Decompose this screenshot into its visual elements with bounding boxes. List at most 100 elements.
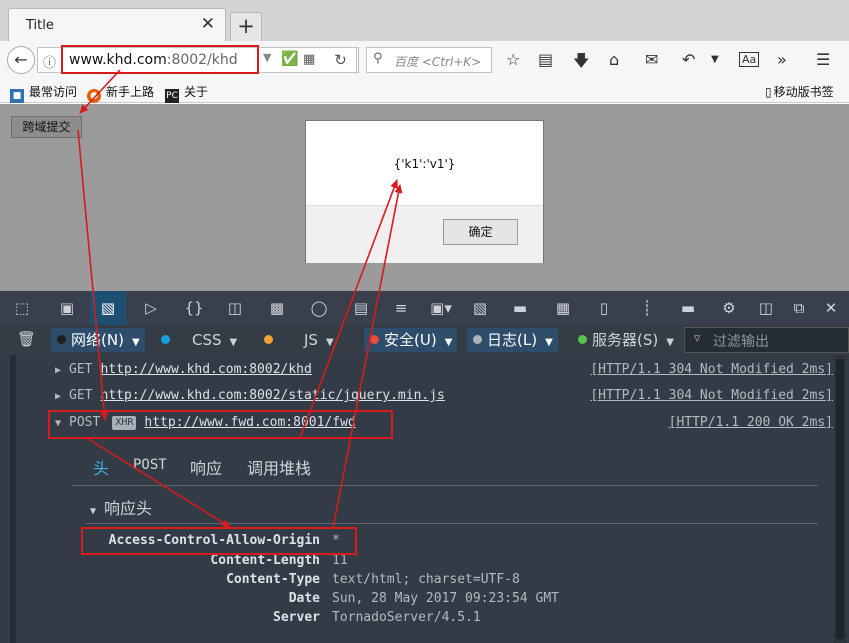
- server-dot-icon: [578, 335, 587, 344]
- reading-list-icon[interactable]: ▤: [538, 50, 553, 69]
- menu-icon[interactable]: ☰: [816, 50, 830, 69]
- reader-view-icon[interactable]: Aa: [739, 52, 760, 67]
- header-value: Sun, 28 May 2017 09:23:54 GMT: [332, 591, 559, 606]
- device-icon[interactable]: ▯: [591, 297, 617, 319]
- tab-response[interactable]: 响应: [190, 455, 222, 479]
- request-row[interactable]: ▶ GET http://www.khd.com:8002/khd: [55, 359, 312, 381]
- alert-message: {'k1':'v1'}: [393, 157, 456, 171]
- search-box[interactable]: ⚲ 百度 <Ctrl+K>: [366, 47, 492, 73]
- pc-icon: PC: [165, 89, 179, 103]
- tab-title: Title: [26, 18, 54, 33]
- request-row[interactable]: ▶ GET http://www.khd.com:8002/static/jquer…: [55, 385, 445, 407]
- dock-side-icon[interactable]: ◫: [753, 297, 779, 319]
- header-name: Content-Type: [226, 572, 320, 587]
- filter-network[interactable]: 网络(N) ▼: [51, 328, 145, 352]
- trash-icon[interactable]: 🗑: [17, 330, 36, 348]
- tab-headers[interactable]: 头: [93, 455, 109, 479]
- js-dot-icon: [264, 335, 273, 344]
- filter-js-dot[interactable]: [258, 328, 278, 352]
- annotation-box-acao-header: [81, 527, 357, 555]
- header-name: Date: [288, 591, 320, 606]
- console-output: ▶ GET http://www.khd.com:8002/khd [HTTP/1.…: [0, 355, 849, 643]
- back-button[interactable]: ←: [7, 46, 35, 74]
- bookmarks-bar: ■ 最常访问 ● 新手上路 PC 关于 ▯ 移动版书签: [0, 79, 849, 103]
- undo-icon[interactable]: ↶: [682, 50, 695, 69]
- chat-icon[interactable]: ✉: [645, 50, 658, 69]
- style-editor-icon[interactable]: {}: [181, 297, 207, 319]
- reload-button[interactable]: ↻: [325, 47, 357, 73]
- header-name: Content-Length: [210, 553, 320, 568]
- inspector-icon[interactable]: ▣: [54, 297, 80, 319]
- close-devtools-icon[interactable]: ✕: [818, 297, 844, 319]
- network-dot-icon: [57, 335, 66, 344]
- console-scrollbar[interactable]: [834, 355, 846, 643]
- filter-js[interactable]: JS ▼: [304, 328, 339, 352]
- request-url[interactable]: http://www.khd.com:8002/khd: [101, 362, 312, 377]
- new-tab-button[interactable]: +: [230, 12, 262, 41]
- download-icon[interactable]: 🡇: [573, 50, 589, 77]
- memory-icon[interactable]: ▩: [264, 297, 290, 319]
- search-placeholder: 百度 <Ctrl+K>: [394, 55, 482, 69]
- expand-triangle-icon[interactable]: ▶: [55, 365, 61, 376]
- screenshot-icon[interactable]: ▬: [507, 297, 533, 319]
- measure-icon[interactable]: ▬: [675, 297, 701, 319]
- console-icon[interactable]: ▧: [90, 291, 126, 325]
- annotation-box-post-request: [48, 410, 393, 439]
- responsive-icon[interactable]: ▣▾: [428, 297, 454, 319]
- network-icon[interactable]: ◯: [306, 297, 332, 319]
- url-dropdown-icon[interactable]: ▼: [263, 51, 271, 64]
- mobile-bookmarks[interactable]: ▯ 移动版书签: [765, 83, 834, 100]
- logging-dot-icon: [473, 335, 482, 344]
- bookmark-most-visited[interactable]: ■ 最常访问: [10, 83, 77, 103]
- filter-logging[interactable]: 日志(L) ▼: [467, 328, 558, 352]
- shield-icon[interactable]: ✅: [281, 51, 298, 67]
- star-icon[interactable]: ☆: [506, 50, 520, 69]
- browser-tab[interactable]: Title ✕: [8, 8, 226, 41]
- overflow-icon[interactable]: »: [777, 50, 787, 69]
- annotation-box-url: [61, 45, 259, 74]
- header-value: 11: [332, 553, 348, 568]
- filter-security[interactable]: 安全(U) ▼: [364, 328, 458, 352]
- request-status[interactable]: [HTTP/1.1 304 Not Modified 2ms]: [590, 359, 833, 381]
- header-name: Server: [273, 610, 320, 625]
- header-value: TornadoServer/4.5.1: [332, 610, 481, 625]
- request-status[interactable]: [HTTP/1.1 200 OK 2ms]: [669, 412, 833, 434]
- tab-call-stack[interactable]: 调用堆栈: [247, 455, 311, 479]
- close-icon[interactable]: ✕: [201, 14, 215, 34]
- filter-output-input[interactable]: ▿ 过滤输出: [684, 327, 849, 353]
- expand-triangle-icon[interactable]: ▶: [55, 391, 61, 402]
- filter-css[interactable]: CSS ▼: [192, 328, 242, 352]
- chevron-down-icon[interactable]: ▼: [711, 54, 719, 65]
- undock-icon[interactable]: ⧉: [786, 297, 812, 319]
- home-icon[interactable]: ⌂: [609, 50, 619, 69]
- response-headers-section[interactable]: ▼ 响应头: [90, 495, 152, 519]
- divider: [86, 523, 818, 524]
- info-icon[interactable]: ⓘ: [43, 52, 56, 71]
- inspector-pick-icon[interactable]: ⬚: [9, 297, 35, 319]
- request-status[interactable]: [HTTP/1.1 304 Not Modified 2ms]: [590, 385, 833, 407]
- cross-domain-submit-button[interactable]: 跨域提交: [11, 116, 82, 138]
- collapse-triangle-icon[interactable]: ▼: [90, 506, 96, 517]
- request-url[interactable]: http://www.khd.com:8002/static/jquery.mi…: [101, 388, 445, 403]
- filter-server[interactable]: 服务器(S) ▼: [572, 328, 679, 352]
- storage-icon[interactable]: ▤: [348, 297, 374, 319]
- settings-gear-icon[interactable]: ⚙: [716, 297, 742, 319]
- console-gutter: [10, 355, 16, 643]
- calendar-icon[interactable]: ▦: [550, 297, 576, 319]
- bookmark-about[interactable]: PC 关于: [165, 83, 208, 103]
- tab-post[interactable]: POST: [133, 457, 167, 473]
- css-dot-icon: [161, 335, 170, 344]
- align-icon[interactable]: ≡: [388, 297, 414, 319]
- qr-code-icon[interactable]: ▦: [303, 52, 315, 67]
- filter-css-dot[interactable]: [155, 328, 175, 352]
- tab-strip: Title ✕ +: [0, 0, 849, 41]
- search-icon: ⚲: [373, 51, 383, 66]
- ruler-icon[interactable]: ┊: [634, 297, 660, 319]
- bookmark-getting-started[interactable]: ● 新手上路: [87, 83, 154, 103]
- alert-dialog: {'k1':'v1'} 确定: [305, 120, 544, 263]
- debugger-icon[interactable]: ▷: [138, 297, 164, 319]
- scratchpad-icon[interactable]: ▧: [467, 297, 493, 319]
- ok-button[interactable]: 确定: [443, 219, 518, 245]
- scrollbar-thumb[interactable]: [836, 359, 844, 639]
- performance-icon[interactable]: ◫: [222, 297, 248, 319]
